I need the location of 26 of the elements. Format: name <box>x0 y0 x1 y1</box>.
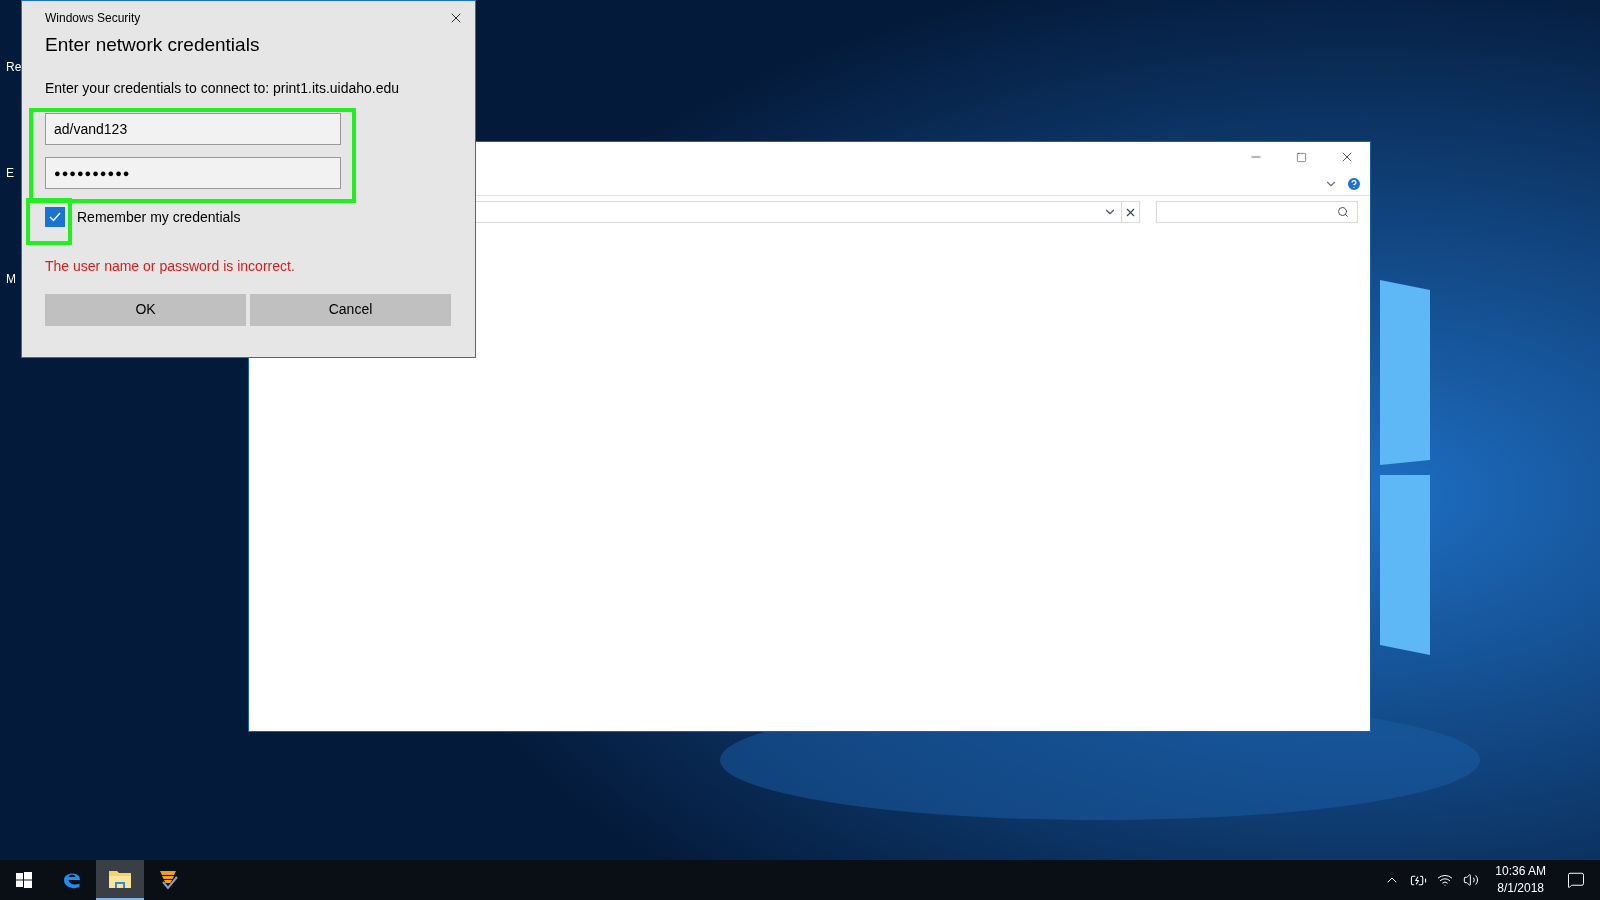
dialog-button[interactable]: OK <box>45 293 246 326</box>
notifications-icon <box>1567 871 1585 889</box>
windows-logo-icon <box>16 872 32 888</box>
checkbox-label: Remember my credentials <box>77 207 241 227</box>
error-message: The user name or password is incorrect. <box>45 256 296 276</box>
dialog-heading: Enter network credentials <box>45 33 261 57</box>
wifi-icon[interactable] <box>1437 872 1454 888</box>
checkbox[interactable] <box>45 207 65 227</box>
volume-icon[interactable] <box>1463 872 1480 888</box>
maximize-icon[interactable] <box>1296 151 1307 163</box>
dialog-button[interactable]: Cancel <box>250 293 451 326</box>
prompt-text: Enter your credentials to connect to: print1.its.uidaho.edu <box>45 78 401 98</box>
clock[interactable]: 10:36 AM 8/1/2018 <box>1489 863 1552 897</box>
desktop-icon-label[interactable]: Re <box>6 58 22 76</box>
checkmark-icon <box>48 210 62 224</box>
desktop-icon-label[interactable]: E <box>6 164 22 182</box>
help-icon[interactable] <box>1346 175 1362 192</box>
search-field[interactable] <box>1156 201 1358 223</box>
desktop-icon-label[interactable]: M <box>6 270 22 288</box>
search-icon <box>1337 206 1349 218</box>
taskbar-app-button[interactable] <box>96 860 144 900</box>
username-field[interactable]: ad/vand123 <box>45 112 341 145</box>
dialog-title: Windows Security <box>45 10 141 27</box>
password-field[interactable]: ●●●●●●●●●● <box>45 156 341 189</box>
folder-icon <box>108 869 132 889</box>
app-icon <box>157 868 179 890</box>
